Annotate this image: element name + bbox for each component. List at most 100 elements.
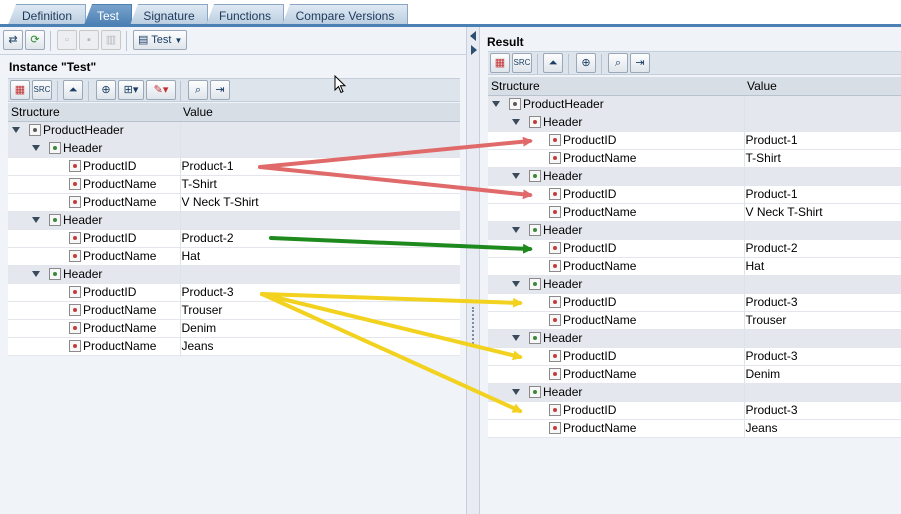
collapse-toggle-icon[interactable] xyxy=(512,173,520,179)
table-row[interactable]: ProductID Product-2 xyxy=(488,239,901,258)
table-row[interactable]: ProductName Denim xyxy=(8,319,460,338)
collapse-toggle-icon[interactable] xyxy=(32,145,40,151)
collapse-left-icon[interactable] xyxy=(470,31,476,41)
collapse-right-icon[interactable] xyxy=(471,45,477,55)
collapse-icon[interactable]: ⏶ xyxy=(543,53,563,73)
table-view-icon[interactable]: ▦ xyxy=(10,80,30,100)
table-row[interactable]: Header xyxy=(488,167,901,186)
node-value xyxy=(180,265,460,284)
node-value[interactable]: Hat xyxy=(180,247,460,266)
table-row[interactable]: ProductHeader xyxy=(488,95,901,114)
node-value[interactable]: Jeans xyxy=(180,337,460,356)
collapse-toggle-icon[interactable] xyxy=(12,127,20,133)
tab-signature[interactable]: Signature xyxy=(130,4,208,25)
collapse-toggle-icon[interactable] xyxy=(32,217,40,223)
collapse-icon[interactable]: ⏶ xyxy=(63,80,83,100)
table-row[interactable]: Header xyxy=(488,383,901,402)
table-row[interactable]: ProductHeader xyxy=(8,121,460,140)
table-row[interactable]: ProductName Trouser xyxy=(8,301,460,320)
source-view-icon[interactable]: SRC xyxy=(32,80,52,100)
node-name: ProductID xyxy=(563,403,617,417)
tab-compare-versions[interactable]: Compare Versions xyxy=(282,4,408,25)
node-value[interactable]: Product-1 xyxy=(180,157,460,176)
table-view-icon[interactable]: ▦ xyxy=(490,53,510,73)
find-icon[interactable]: ⌕ xyxy=(188,80,208,100)
execute-icon[interactable]: ⟳ xyxy=(25,30,45,50)
node-value[interactable]: Trouser xyxy=(180,301,460,320)
chevron-down-icon: ▼ xyxy=(174,36,183,45)
collapse-toggle-icon[interactable] xyxy=(512,389,520,395)
insert-dropdown-icon[interactable]: ⊞▾ xyxy=(118,80,144,100)
element-node-icon xyxy=(549,404,561,416)
table-row[interactable]: Header xyxy=(8,265,460,284)
table-row[interactable]: ProductName Hat xyxy=(488,257,901,276)
table-row[interactable]: Header xyxy=(488,275,901,294)
table-row[interactable]: ProductID Product-3 xyxy=(488,401,901,420)
table-row[interactable]: ProductID Product-2 xyxy=(8,229,460,248)
tab-test[interactable]: Test xyxy=(84,4,132,25)
collapse-toggle-icon[interactable] xyxy=(492,101,500,107)
node-value: Product-3 xyxy=(744,293,901,312)
collapse-toggle-icon[interactable] xyxy=(512,227,520,233)
xml-icon[interactable]: ⇄ xyxy=(3,30,23,50)
table-row[interactable]: ProductID Product-3 xyxy=(488,293,901,312)
table-row[interactable]: ProductName V Neck T-Shirt xyxy=(488,203,901,222)
test-dropdown-label: Test xyxy=(151,34,172,46)
node-value: Product-1 xyxy=(744,185,901,204)
structure-node-icon xyxy=(529,386,541,398)
column-header-value: Value xyxy=(180,103,460,122)
edit-dropdown-icon[interactable]: ✎▾ xyxy=(146,80,176,100)
node-value: V Neck T-Shirt xyxy=(744,203,901,222)
node-name: Header xyxy=(543,277,583,291)
table-row[interactable]: ProductName Hat xyxy=(8,247,460,266)
table-row[interactable]: ProductID Product-1 xyxy=(488,131,901,150)
find-next-icon[interactable]: ⇥ xyxy=(210,80,230,100)
table-row[interactable]: ProductID Product-1 xyxy=(488,185,901,204)
table-row[interactable]: ProductName V Neck T-Shirt xyxy=(8,193,460,212)
element-node-icon xyxy=(549,296,561,308)
table-row[interactable]: ProductName Denim xyxy=(488,365,901,384)
table-row[interactable]: Header xyxy=(488,113,901,132)
node-name: ProductID xyxy=(563,241,617,255)
collapse-toggle-icon[interactable] xyxy=(32,271,40,277)
table-row[interactable]: Header xyxy=(8,211,460,230)
table-row[interactable]: ProductName Jeans xyxy=(8,337,460,356)
node-value[interactable]: T-Shirt xyxy=(180,175,460,194)
table-row[interactable]: ProductName T-Shirt xyxy=(488,149,901,168)
structure-node-icon xyxy=(29,124,41,136)
node-value[interactable]: Product-2 xyxy=(180,229,460,248)
element-node-icon xyxy=(69,322,81,334)
table-row[interactable]: ProductName T-Shirt xyxy=(8,175,460,194)
node-name: ProductHeader xyxy=(523,97,604,111)
node-name: ProductName xyxy=(563,367,637,381)
table-row[interactable]: Header xyxy=(8,139,460,158)
add-node-icon[interactable]: ⊕ xyxy=(96,80,116,100)
node-name: Header xyxy=(543,169,583,183)
collapse-toggle-icon[interactable] xyxy=(512,119,520,125)
collapse-toggle-icon[interactable] xyxy=(512,281,520,287)
node-value[interactable]: V Neck T-Shirt xyxy=(180,193,460,212)
table-row[interactable]: ProductName Jeans xyxy=(488,419,901,438)
table-row[interactable]: ProductName Trouser xyxy=(488,311,901,330)
find-next-icon[interactable]: ⇥ xyxy=(630,53,650,73)
node-value[interactable]: Denim xyxy=(180,319,460,338)
table-row[interactable]: ProductID Product-3 xyxy=(488,347,901,366)
test-dropdown[interactable]: ▤ Test ▼ xyxy=(133,30,188,50)
collapse-toggle-icon[interactable] xyxy=(512,335,520,341)
table-row[interactable]: ProductID Product-1 xyxy=(8,157,460,176)
table-row[interactable]: ProductID Product-3 xyxy=(8,283,460,302)
splitter[interactable] xyxy=(466,27,480,514)
find-icon[interactable]: ⌕ xyxy=(608,53,628,73)
node-value[interactable]: Product-3 xyxy=(180,283,460,302)
splitter-grip-icon[interactable] xyxy=(472,307,474,347)
structure-node-icon xyxy=(529,116,541,128)
add-node-icon[interactable]: ⊕ xyxy=(576,53,596,73)
table-row[interactable]: Header xyxy=(488,329,901,348)
tab-definition[interactable]: Definition xyxy=(8,4,86,25)
table-row[interactable]: Header xyxy=(488,221,901,240)
source-view-icon[interactable]: SRC xyxy=(512,53,532,73)
tab-functions[interactable]: Functions xyxy=(206,4,284,25)
element-node-icon xyxy=(69,286,81,298)
result-tree-table: Structure Value ProductHeader Header Pro… xyxy=(488,77,901,438)
node-value: Denim xyxy=(744,365,901,384)
